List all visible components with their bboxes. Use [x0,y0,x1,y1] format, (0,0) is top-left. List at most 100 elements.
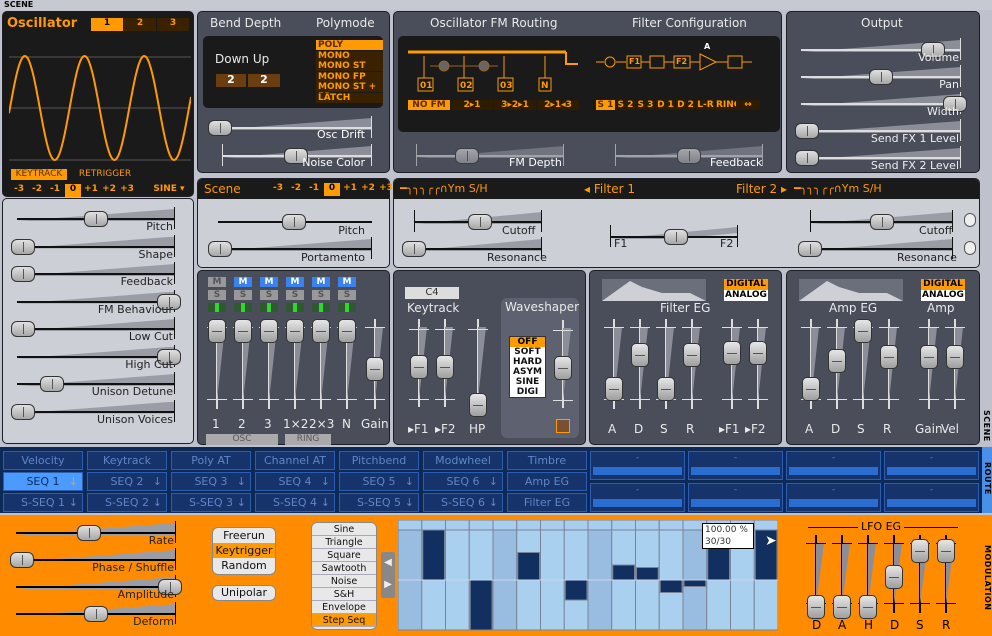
route-amount-bar[interactable] [691,467,780,475]
osc-tab-2[interactable]: 2 [124,18,156,31]
mixer-level-4[interactable] [311,319,331,409]
keytrack-f1-slider[interactable] [409,319,429,407]
keytrack-note[interactable]: C4 [405,287,459,299]
route-source[interactable]: S-SEQ 2 ↓ [87,493,167,512]
route-source[interactable]: Timbre [507,451,587,470]
step-header[interactable] [516,520,541,531]
waveshaper-option[interactable]: OFF [510,337,545,347]
filter-eg-slider-4-handle[interactable] [723,341,741,365]
osc-tab-1[interactable]: 1 [91,18,123,31]
solo-button[interactable]: S [338,290,356,300]
lfo-eg-slider-1-handle[interactable] [833,595,851,619]
mixer-level-4-handle[interactable] [312,319,330,343]
step-bar[interactable] [683,579,707,587]
filter-eg-slider-3-handle[interactable] [683,343,701,367]
route-slot[interactable]: - [786,451,881,480]
route-source[interactable]: SEQ 1 ↓ [3,472,83,491]
step-header[interactable] [587,520,613,531]
lfo-shape-option[interactable]: Square [312,549,376,562]
filter2-type-selector[interactable]: ━╮╮╮╭╭∩Ym S/H [794,182,882,195]
route-amount-bar[interactable] [789,499,878,507]
scene-octave-2[interactable]: -1 [306,183,322,196]
lfo-shape-option[interactable]: Sawtooth [312,562,376,575]
filter-eg-digital[interactable]: DIGITAL [724,279,768,290]
fm-option[interactable]: NO FM [408,100,450,110]
step-header[interactable] [563,520,589,531]
filter-config-option[interactable]: S 2 [616,100,635,110]
lfo-eg-slider-2[interactable] [858,535,878,619]
lfo-shape-option[interactable]: Step Seq [312,614,376,627]
mixer-level-2-handle[interactable] [260,319,278,343]
route-source[interactable]: Amp EG [507,472,587,491]
step-header[interactable] [753,520,778,531]
waveshaper-option[interactable]: SOFT [510,347,545,357]
hp-slider[interactable] [468,319,488,417]
lfo-eg-slider-0-handle[interactable] [807,595,825,619]
waveshaper-option[interactable]: DIGI [510,387,545,397]
mute-button[interactable]: M [208,277,226,287]
step-header[interactable] [398,520,423,531]
trigger-option[interactable]: Freerun [213,528,275,543]
mixer-level-1[interactable] [233,319,253,409]
filter1-type-selector[interactable]: ━╮╮╮╭╭∩Ym S/H [400,182,488,195]
scene-octave-1[interactable]: -2 [288,183,304,196]
lfo-eg-slider-1[interactable] [832,535,852,619]
route-amount-bar[interactable] [887,499,976,507]
unipolar-toggle[interactable]: Unipolar [212,585,276,601]
route-slot[interactable]: - [590,451,685,480]
lfo-eg-slider-5[interactable] [936,535,956,613]
step-bar[interactable] [469,579,493,631]
route-source[interactable]: S-SEQ 6 ↓ [423,493,503,512]
mute-button[interactable]: M [338,277,356,287]
step-header[interactable] [492,520,518,531]
filter-eg-slider-3[interactable] [682,319,702,409]
route-amount-bar[interactable] [887,467,976,475]
route-slot[interactable]: - [688,451,783,480]
mixer-gain-slider-handle[interactable] [366,357,384,381]
step-bar[interactable] [636,567,659,581]
route-source[interactable]: S-SEQ 5 ↓ [339,493,419,512]
lfo-shape-option[interactable]: Triangle [312,536,376,549]
route-source[interactable]: SEQ 3 ↓ [171,472,251,491]
filter-config-option[interactable]: L-R [696,100,715,110]
amp-eg-slider-0[interactable] [801,319,821,409]
osc-type-dropdown[interactable]: SINE ▾ [147,184,191,195]
step-bar[interactable] [612,564,635,581]
amp-eg-slider-5-handle[interactable] [946,345,964,369]
scene-octave-0[interactable]: -3 [270,183,286,196]
link-icon[interactable] [964,241,976,255]
route-slot[interactable]: - [590,483,685,512]
step-bar[interactable] [517,552,540,581]
mute-button[interactable]: M [286,277,304,287]
amp-eg-slider-2-handle[interactable] [854,319,872,343]
lfo-shape-option[interactable]: Envelope [312,601,376,614]
step-bar[interactable] [422,529,445,581]
filter-eg-slider-5-handle[interactable] [749,341,767,365]
trigger-option[interactable]: Random [213,558,275,573]
fm-option[interactable]: 2▸1◂3 [537,100,579,110]
shape-scroll[interactable]: ◀ ▶ [381,552,395,598]
modulation-side-tab[interactable]: MODULATION [983,545,992,611]
mixer-level-0-handle[interactable] [208,319,226,343]
route-slot[interactable]: - [884,483,979,512]
waveshaper-drive-slider[interactable] [553,320,573,408]
keytrack-toggle[interactable]: KEYTRACK [11,169,67,180]
route-amount-bar[interactable] [789,467,878,475]
waveshaper-option[interactable]: ASYM [510,367,545,377]
step-header[interactable] [445,520,470,531]
mixer-level-1-handle[interactable] [234,319,252,343]
amp-eg-slider-5[interactable] [945,319,965,409]
lfo-shape-option[interactable]: S&H [312,588,376,601]
filter-eg-slider-1-handle[interactable] [631,343,649,367]
filter-config-option[interactable]: ↔ [736,100,760,110]
step-bar[interactable] [564,579,588,601]
route-source[interactable]: Pitchbend [339,451,419,470]
lfo-eg-slider-5-handle[interactable] [937,539,955,563]
route-source[interactable]: Modwheel [423,451,503,470]
polymode-option[interactable]: MONO [316,50,383,61]
amp-eg-slider-1[interactable] [827,319,847,409]
filter-eg-slider-4[interactable] [722,319,742,409]
mute-button[interactable]: M [260,277,278,287]
amp-eg-digital[interactable]: DIGITAL [921,279,965,290]
route-slot[interactable]: - [884,451,979,480]
